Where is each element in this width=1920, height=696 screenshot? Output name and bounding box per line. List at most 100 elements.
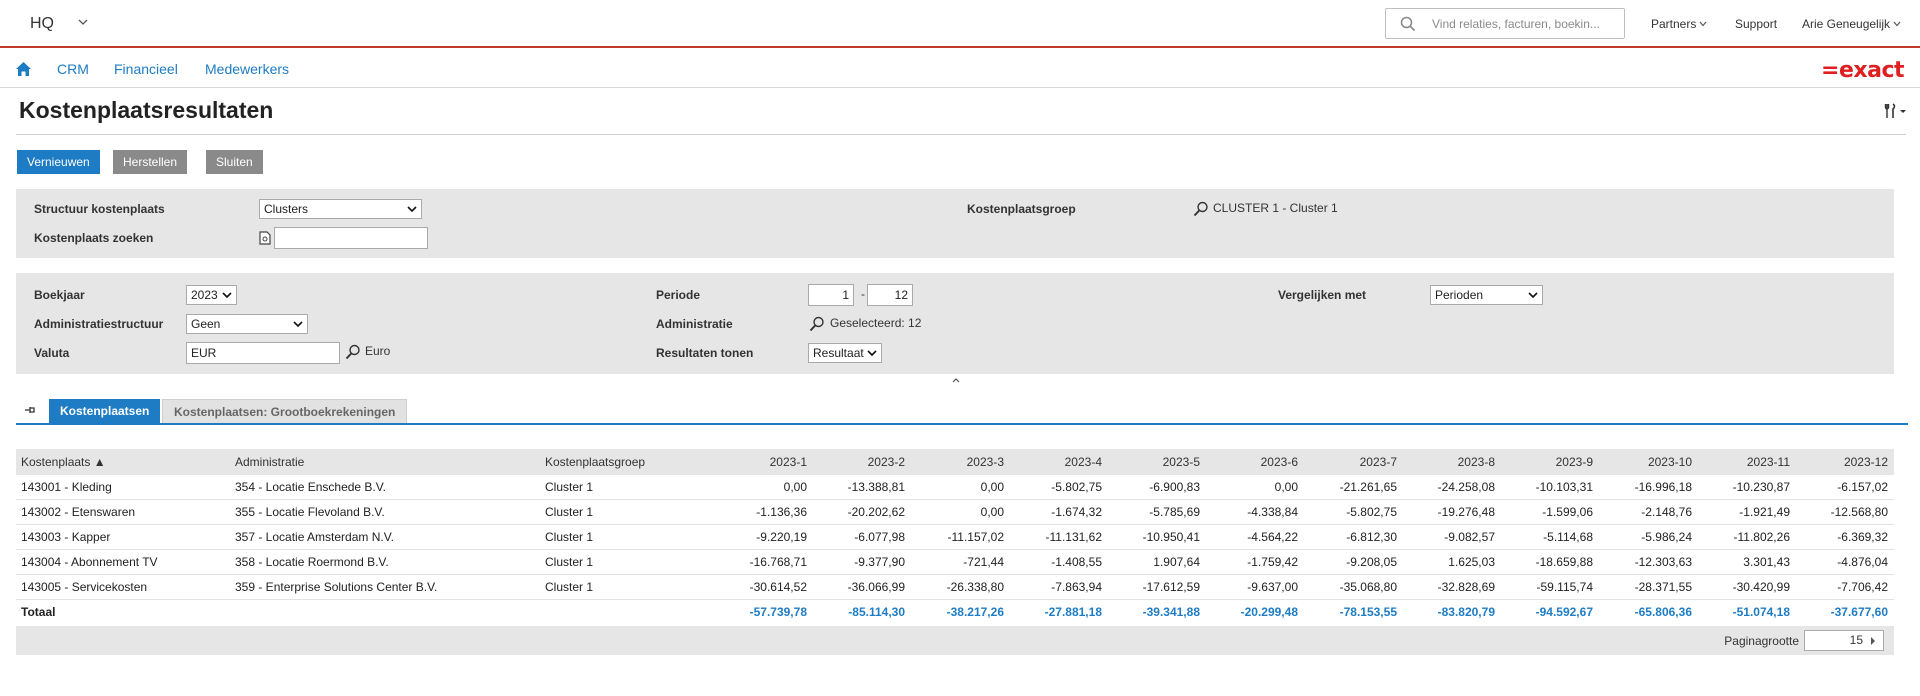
cell-period-value[interactable]: -12.568,80 — [1808, 500, 1888, 525]
table-row[interactable]: 143004 - Abonnement TV 358 - Locatie Roer… — [16, 550, 1894, 575]
cell-period-value[interactable]: -5.986,24 — [1612, 525, 1692, 550]
table-row[interactable]: 143005 - Servicekosten 359 - Enterprise S… — [16, 575, 1894, 600]
cell-period-value[interactable]: -9.637,00 — [1218, 575, 1298, 600]
close-button[interactable]: Sluiten — [206, 150, 263, 174]
total-period-value[interactable]: -83.820,79 — [1415, 600, 1495, 625]
cell-period-value[interactable]: -1.921,49 — [1710, 500, 1790, 525]
cell-period-value[interactable]: -30.420,99 — [1710, 575, 1790, 600]
cost-center-search-input[interactable] — [274, 227, 428, 249]
cell-period-value[interactable]: -36.066,99 — [825, 575, 905, 600]
cell-period-value[interactable]: -2.148,76 — [1612, 500, 1692, 525]
cell-period-value[interactable]: 0,00 — [1218, 475, 1298, 500]
total-period-value[interactable]: -94.592,67 — [1513, 600, 1593, 625]
cell-kostenplaats[interactable]: 143003 - Kapper — [21, 525, 110, 550]
nav-medewerkers[interactable]: Medewerkers — [205, 61, 289, 77]
cell-kostenplaats[interactable]: 143005 - Servicekosten — [21, 575, 147, 600]
total-period-value[interactable]: -37.677,60 — [1808, 600, 1888, 625]
page-size-input[interactable]: 15 — [1804, 630, 1884, 651]
column-header-period[interactable]: 2023-4 — [1022, 449, 1102, 475]
cell-period-value[interactable]: -5.114,68 — [1513, 525, 1593, 550]
cell-period-value[interactable]: -28.371,55 — [1612, 575, 1692, 600]
cell-period-value[interactable]: -7.706,42 — [1808, 575, 1888, 600]
cell-period-value[interactable]: -10.230,87 — [1710, 475, 1790, 500]
total-period-value[interactable]: -20.299,48 — [1218, 600, 1298, 625]
column-header-period[interactable]: 2023-5 — [1120, 449, 1200, 475]
user-menu[interactable]: Arie Geneugelijk — [1802, 17, 1901, 31]
period-from-input[interactable]: 1 — [808, 284, 854, 306]
column-header-period[interactable]: 2023-3 — [924, 449, 1004, 475]
table-row[interactable]: 143002 - Etenswaren 355 - Locatie Flevola… — [16, 500, 1894, 525]
tab-kostenplaatsen[interactable]: Kostenplaatsen — [49, 399, 161, 423]
total-period-value[interactable]: -57.739,78 — [727, 600, 807, 625]
partners-menu[interactable]: Partners — [1651, 17, 1707, 31]
cell-period-value[interactable]: -6.077,98 — [825, 525, 905, 550]
admin-structure-select[interactable]: Geen — [186, 314, 308, 334]
column-header-kostenplaats[interactable]: Kostenplaats ▲ — [21, 449, 106, 475]
cell-period-value[interactable]: -10.950,41 — [1120, 525, 1200, 550]
cell-period-value[interactable]: 0,00 — [727, 475, 807, 500]
column-header-administratie[interactable]: Administratie — [235, 449, 304, 475]
cell-kostenplaats[interactable]: 143001 - Kleding — [21, 475, 112, 500]
total-period-value[interactable]: -27.881,18 — [1022, 600, 1102, 625]
search-input[interactable] — [1432, 15, 1612, 33]
column-header-period[interactable]: 2023-12 — [1808, 449, 1888, 475]
show-results-select[interactable]: Resultaat — [808, 343, 882, 363]
cell-period-value[interactable]: -10.103,31 — [1513, 475, 1593, 500]
cell-period-value[interactable]: -5.785,69 — [1120, 500, 1200, 525]
cell-period-value[interactable]: 0,00 — [924, 475, 1004, 500]
cell-period-value[interactable]: -20.202,62 — [825, 500, 905, 525]
cell-period-value[interactable]: -32.828,69 — [1415, 575, 1495, 600]
cell-period-value[interactable]: -24.258,08 — [1415, 475, 1495, 500]
refresh-button[interactable]: Vernieuwen — [17, 150, 100, 174]
cell-period-value[interactable]: -7.863,94 — [1022, 575, 1102, 600]
magnifier-icon[interactable] — [345, 344, 361, 360]
column-header-kostenplaatsgroep[interactable]: Kostenplaatsgroep — [545, 449, 645, 475]
total-period-value[interactable]: -39.341,88 — [1120, 600, 1200, 625]
cell-period-value[interactable]: -1.759,42 — [1218, 550, 1298, 575]
column-header-period[interactable]: 2023-2 — [825, 449, 905, 475]
cell-period-value[interactable]: -9.220,19 — [727, 525, 807, 550]
cell-period-value[interactable]: -5.802,75 — [1317, 500, 1397, 525]
cell-kostenplaats[interactable]: 143004 - Abonnement TV — [21, 550, 158, 575]
cell-period-value[interactable]: -721,44 — [924, 550, 1004, 575]
cell-period-value[interactable]: -19.276,48 — [1415, 500, 1495, 525]
collapse-panel-icon[interactable] — [951, 376, 961, 384]
cell-period-value[interactable]: 1.907,64 — [1120, 550, 1200, 575]
cell-period-value[interactable]: -21.261,65 — [1317, 475, 1397, 500]
structure-select[interactable]: Clusters — [259, 199, 422, 219]
cell-period-value[interactable]: 3.301,43 — [1710, 550, 1790, 575]
cell-period-value[interactable]: -6.369,32 — [1808, 525, 1888, 550]
nav-financieel[interactable]: Financieel — [114, 61, 178, 77]
table-row[interactable]: 143001 - Kleding 354 - Locatie Enschede B… — [16, 475, 1894, 500]
global-search[interactable] — [1385, 8, 1625, 39]
total-period-value[interactable]: -51.074,18 — [1710, 600, 1790, 625]
cell-period-value[interactable]: 0,00 — [924, 500, 1004, 525]
cell-period-value[interactable]: -1.599,06 — [1513, 500, 1593, 525]
cell-period-value[interactable]: -16.768,71 — [727, 550, 807, 575]
cell-period-value[interactable]: -9.377,90 — [825, 550, 905, 575]
cell-kostenplaats[interactable]: 143002 - Etenswaren — [21, 500, 135, 525]
cell-period-value[interactable]: 1.625,03 — [1415, 550, 1495, 575]
column-header-period[interactable]: 2023-9 — [1513, 449, 1593, 475]
reset-button[interactable]: Herstellen — [113, 150, 188, 174]
total-period-value[interactable]: -85.114,30 — [825, 600, 905, 625]
cell-period-value[interactable]: -11.131,62 — [1022, 525, 1103, 550]
pin-icon[interactable] — [24, 405, 36, 415]
chevron-down-icon[interactable] — [78, 18, 88, 26]
cell-period-value[interactable]: -16.996,18 — [1612, 475, 1692, 500]
total-period-value[interactable]: -38.217,26 — [924, 600, 1004, 625]
year-select[interactable]: 2023 — [186, 285, 237, 305]
cell-period-value[interactable]: -1.408,55 — [1022, 550, 1102, 575]
settings-tools-icon[interactable] — [1884, 102, 1908, 120]
document-lookup-icon[interactable] — [259, 231, 271, 245]
magnifier-icon[interactable] — [1193, 201, 1209, 217]
cell-period-value[interactable]: -13.388,81 — [825, 475, 905, 500]
cell-period-value[interactable]: -11.157,02 — [924, 525, 1005, 550]
cell-period-value[interactable]: -5.802,75 — [1022, 475, 1102, 500]
cell-period-value[interactable]: -4.338,84 — [1218, 500, 1298, 525]
cell-period-value[interactable]: -1.674,32 — [1022, 500, 1102, 525]
cell-period-value[interactable]: -6.812,30 — [1317, 525, 1397, 550]
cell-period-value[interactable]: -9.082,57 — [1415, 525, 1495, 550]
cell-period-value[interactable]: -4.876,04 — [1808, 550, 1888, 575]
caret-right-icon[interactable] — [1869, 636, 1877, 646]
